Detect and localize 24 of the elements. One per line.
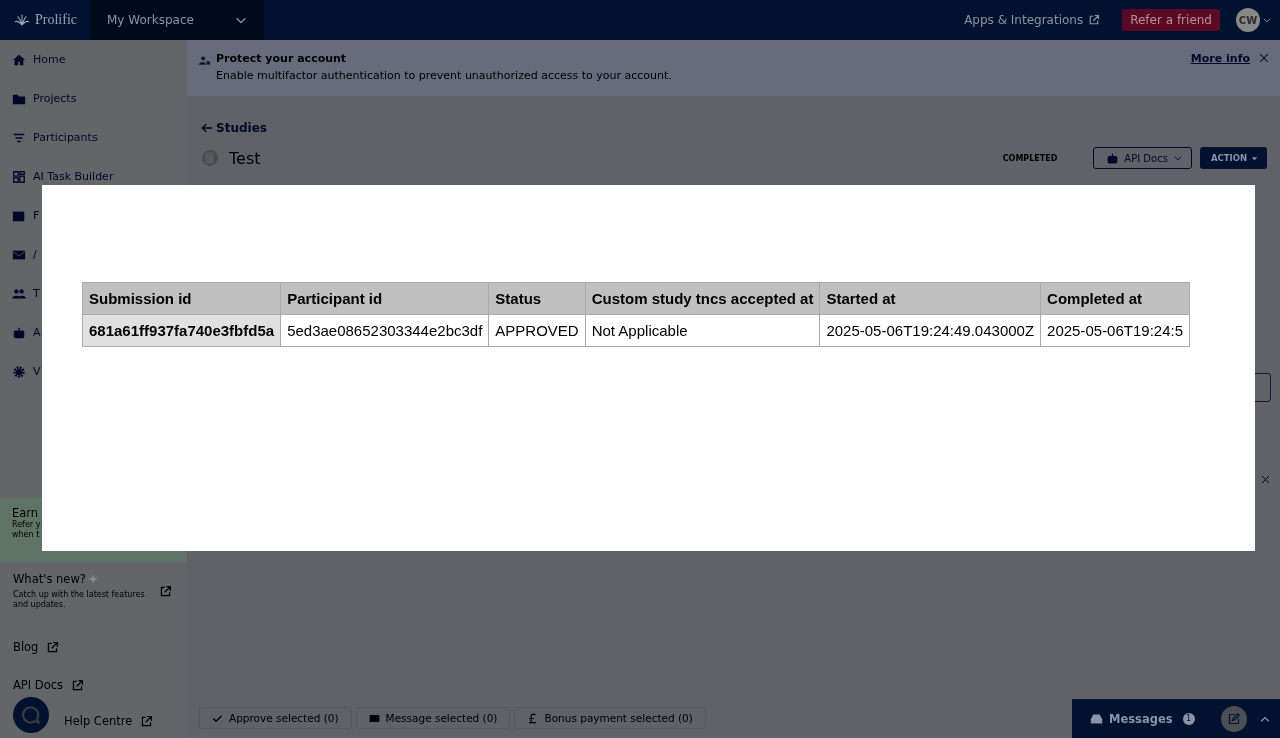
table-cell: 2025-05-06T19:24:5 [1040,314,1190,347]
banner-text: Enable multifactor authentication to prevent unauthorized access to your account. [216,69,673,82]
promo-text: Refer y [12,520,42,530]
table-cell: 681a61ff937fa740e3fbfd5a [82,314,281,347]
table-cell: 5ed3ae08652303344e2bc3df [280,314,489,347]
messages-label: Messages [1109,711,1173,726]
logo-text: Prolific [35,12,77,28]
unread-count: 1 [1182,712,1195,725]
promo-text: when t [12,530,41,540]
whats-new-text: Catch up with the latest features and updates. [13,590,146,610]
column-header: Completed at [1040,282,1190,315]
column-header: Participant id [280,282,489,315]
column-header: Submission id [82,282,281,315]
study-title: Test [229,148,261,168]
column-header: Started at [819,282,1041,315]
table-cell: 2025-05-06T19:24:49.043000Z [819,314,1041,347]
promo-title: Earn [12,506,40,520]
column-header: Custom study tncs accepted at [585,282,820,315]
status-label: COMPLETED [1002,153,1058,163]
table-cell: APPROVED [488,314,586,347]
column-header: Status [488,282,586,315]
table-cell: Not Applicable [585,314,820,347]
banner-title: Protect your account [216,52,348,65]
whats-new-title: What's new? [13,572,86,586]
